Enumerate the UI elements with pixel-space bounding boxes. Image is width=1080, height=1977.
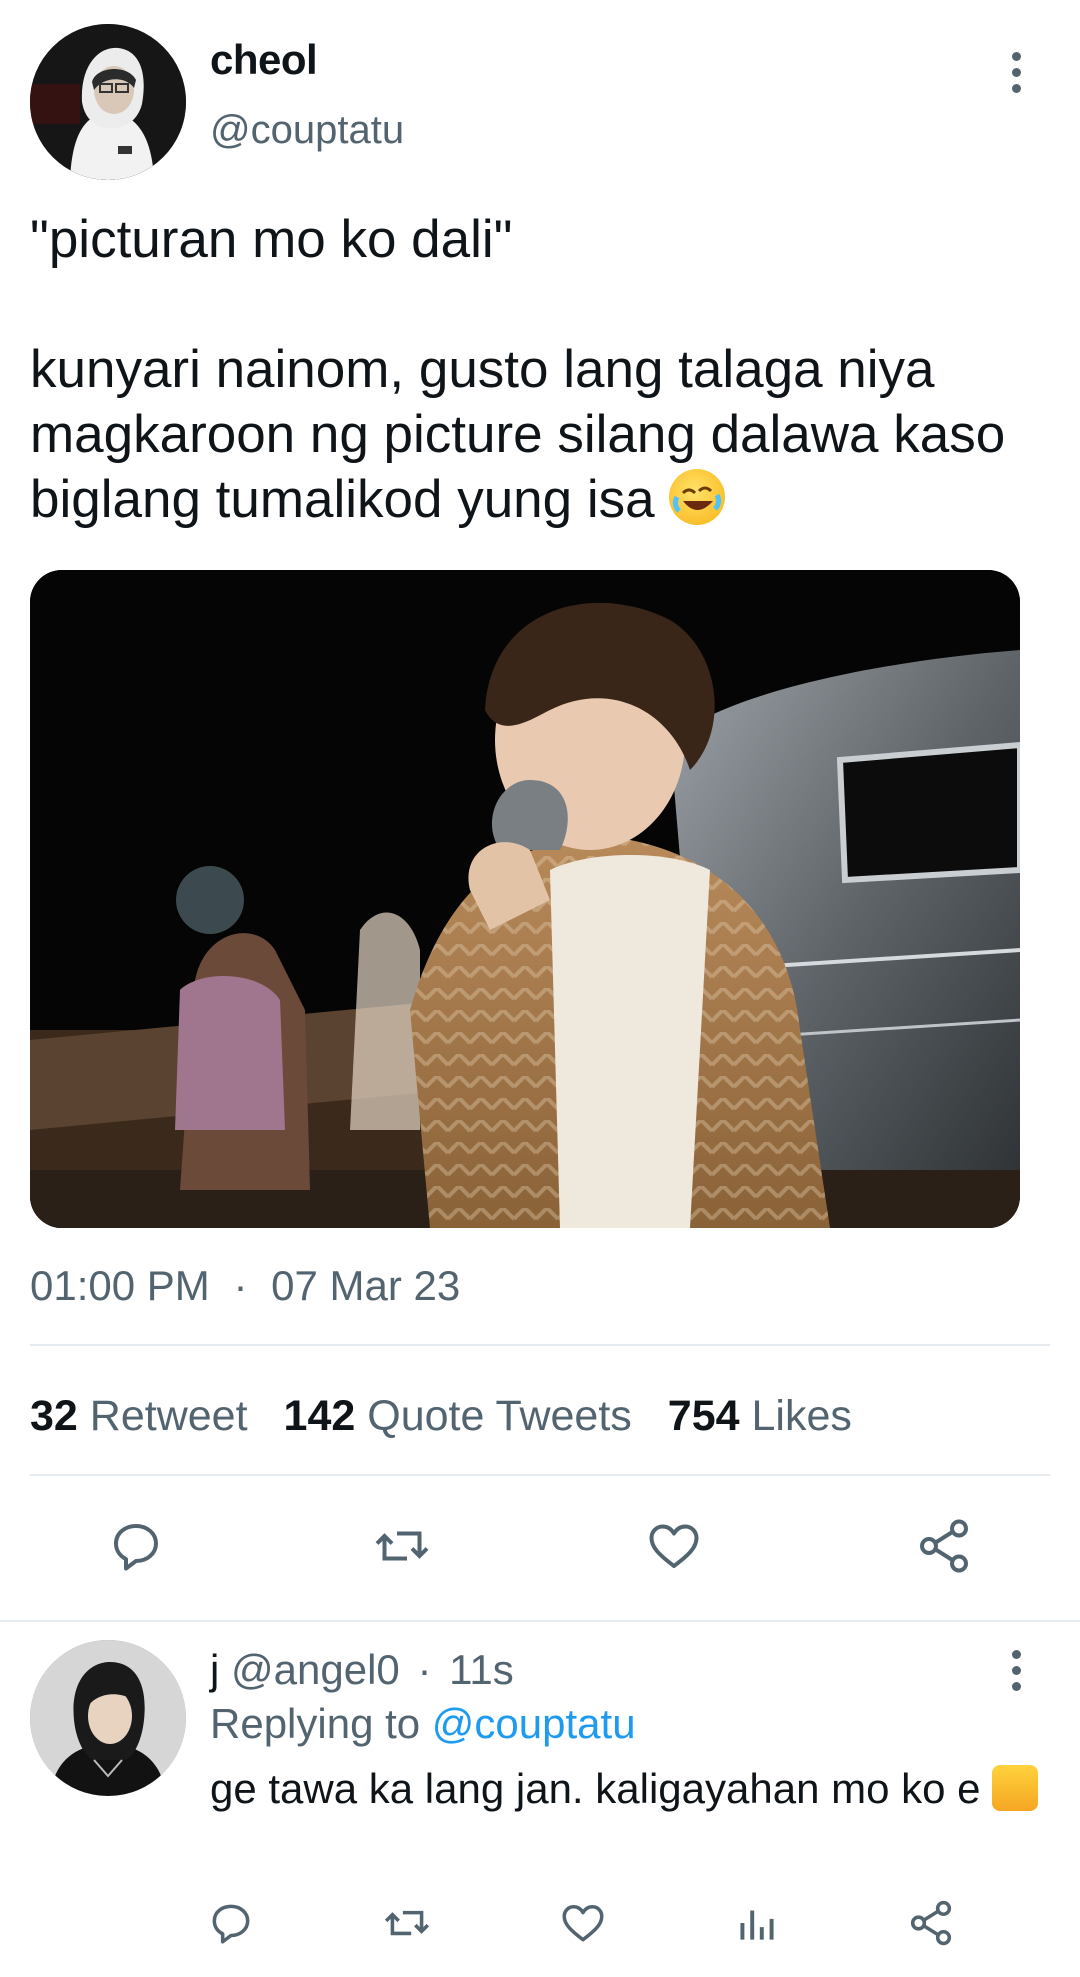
reply-text-body: ge tawa ka lang jan. kaligayahan mo ko e [210, 1765, 981, 1812]
author-avatar[interactable] [30, 24, 186, 180]
reply-display-name[interactable]: j [210, 1646, 219, 1693]
replying-to: Replying to @couptatu [210, 1700, 636, 1748]
divider [30, 1474, 1050, 1476]
tweet-time: 01:00 PM [30, 1262, 210, 1309]
quote-count: 142 [283, 1392, 356, 1440]
retweet-count-link[interactable]: 32 Retweet [30, 1392, 248, 1441]
retweet-count: 32 [30, 1392, 78, 1440]
separator-dot: · [417, 1646, 432, 1693]
tweet-photo[interactable] [30, 570, 1020, 1228]
reply-author-avatar[interactable] [30, 1640, 186, 1796]
separator-dot: · [233, 1262, 248, 1309]
more-options-icon[interactable] [996, 52, 1036, 96]
quote-count-link[interactable]: 142 Quote Tweets [284, 1392, 632, 1441]
tweet-text: "picturan mo ko dali" kunyari nainom, gu… [30, 207, 1060, 532]
reply-time[interactable]: 11s [449, 1646, 514, 1693]
tweet-timestamp[interactable]: 01:00 PM · 07 Mar 23 [30, 1262, 460, 1310]
reply-more-options-icon[interactable] [996, 1650, 1036, 1694]
tweet-stats: 32 Retweet 142 Quote Tweets 754 Likes [30, 1392, 852, 1441]
replying-to-label: Replying to [210, 1700, 421, 1747]
like-icon[interactable] [644, 1516, 704, 1576]
like-count: 754 [667, 1392, 740, 1440]
retweet-icon[interactable] [372, 1516, 432, 1576]
like-count-link[interactable]: 754 Likes [668, 1392, 852, 1441]
reply-handle[interactable]: @angel0 [231, 1646, 400, 1693]
share-icon[interactable] [906, 1898, 956, 1948]
tweet-text-quote: "picturan mo ko dali" [30, 210, 513, 269]
author-handle[interactable]: @couptatu [210, 108, 404, 153]
reply-text: ge tawa ka lang jan. kaligayahan mo ko e [210, 1762, 1050, 1816]
tweet-text-body: kunyari nainom, gusto lang talaga niya m… [30, 340, 1020, 529]
divider [0, 1620, 1080, 1622]
laughing-emoji-icon [669, 469, 726, 525]
reply-icon[interactable] [106, 1516, 166, 1576]
reply-icon[interactable] [206, 1898, 256, 1948]
retweet-label: Retweet [89, 1392, 248, 1440]
divider [30, 1344, 1050, 1346]
share-icon[interactable] [914, 1516, 974, 1576]
replying-to-handle-link[interactable]: @couptatu [432, 1700, 636, 1747]
thumbs-up-emoji-icon [992, 1765, 1039, 1811]
author-display-name[interactable]: cheol [210, 36, 318, 84]
like-icon[interactable] [558, 1898, 608, 1948]
retweet-icon[interactable] [382, 1898, 432, 1948]
reply-header: j @angel0 · 11s [210, 1646, 514, 1694]
analytics-icon[interactable] [732, 1898, 782, 1948]
tweet-date: 07 Mar 23 [271, 1262, 461, 1309]
quote-label: Quote Tweets [367, 1392, 632, 1440]
like-label: Likes [751, 1392, 852, 1440]
